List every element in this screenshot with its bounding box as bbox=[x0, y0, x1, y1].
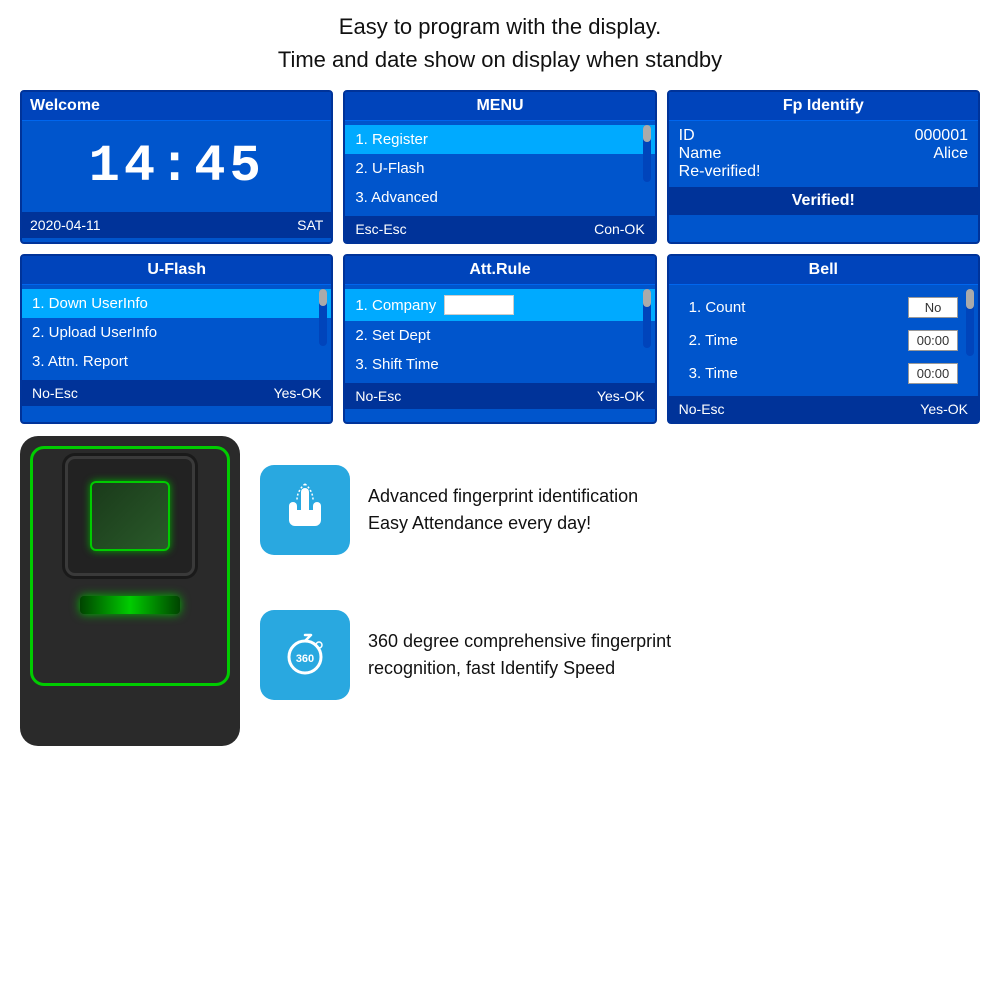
feature-fingerprint-line2: Easy Attendance every day! bbox=[368, 510, 638, 537]
menu-screen: MENU 1. Register 2. U-Flash 3. Advanced … bbox=[343, 90, 656, 244]
menu-scrollbar-thumb bbox=[643, 125, 651, 142]
bell-scrollbar-thumb bbox=[966, 289, 974, 309]
bell-item-count: 1. Count No bbox=[679, 291, 968, 324]
uflash-screen: U-Flash 1. Down UserInfo 2. Upload UserI… bbox=[20, 254, 333, 424]
attrule-footer-right[interactable]: Yes-OK bbox=[597, 388, 645, 404]
bell-footer-left[interactable]: No-Esc bbox=[679, 401, 725, 417]
menu-item-uflash[interactable]: 2. U-Flash bbox=[345, 154, 654, 183]
attrule-scrollbar-thumb bbox=[643, 289, 651, 307]
uflash-footer-right[interactable]: Yes-OK bbox=[274, 385, 322, 401]
bell-item-time1: 2. Time 00:00 bbox=[679, 324, 968, 357]
bottom-section: Advanced fingerprint identification Easy… bbox=[20, 436, 980, 746]
bell-count-label: 1. Count bbox=[689, 299, 746, 316]
attrule-company-label: 1. Company bbox=[355, 297, 436, 314]
finger-touch-icon bbox=[275, 480, 335, 540]
uflash-footer: No-Esc Yes-OK bbox=[22, 380, 331, 406]
fp-sensor bbox=[90, 481, 170, 551]
welcome-body: 14:45 bbox=[22, 121, 331, 208]
attrule-title: Att.Rule bbox=[345, 256, 654, 285]
fp-id-label: ID bbox=[679, 127, 695, 145]
welcome-screen: Welcome 14:45 2020-04-11 SAT bbox=[20, 90, 333, 244]
welcome-date: 2020-04-11 bbox=[30, 217, 101, 233]
bell-footer: No-Esc Yes-OK bbox=[669, 396, 978, 422]
fp-id-value: 000001 bbox=[915, 127, 968, 145]
fp-name-value: Alice bbox=[933, 145, 968, 163]
menu-item-register[interactable]: 1. Register bbox=[345, 125, 654, 154]
menu-item-advanced[interactable]: 3. Advanced bbox=[345, 183, 654, 212]
360-rotate-icon: 360 bbox=[275, 625, 335, 685]
bell-body: 1. Count No 2. Time 00:00 3. Time 00:00 bbox=[669, 285, 978, 396]
bell-screen: Bell 1. Count No 2. Time 00:00 3. Time 0… bbox=[667, 254, 980, 424]
attrule-company-input[interactable] bbox=[444, 295, 514, 315]
attrule-screen: Att.Rule 1. Company 2. Set Dept 3. Shift… bbox=[343, 254, 656, 424]
fp-id-row: ID 000001 bbox=[679, 127, 968, 145]
welcome-title: Welcome bbox=[22, 92, 331, 121]
menu-title: MENU bbox=[345, 92, 654, 121]
feature-item-360: 360 360 degree comprehensive fingerprint… bbox=[260, 610, 980, 700]
feature-360-line2: recognition, fast Identify Speed bbox=[368, 655, 671, 682]
attrule-body: 1. Company 2. Set Dept 3. Shift Time bbox=[345, 285, 654, 383]
menu-footer-left[interactable]: Esc-Esc bbox=[355, 221, 406, 237]
uflash-scrollbar[interactable] bbox=[319, 289, 327, 346]
attrule-footer-left[interactable]: No-Esc bbox=[355, 388, 401, 404]
menu-footer-right[interactable]: Con-OK bbox=[594, 221, 645, 237]
360-icon-box: 360 bbox=[260, 610, 350, 700]
features-section: Advanced fingerprint identification Easy… bbox=[260, 436, 980, 746]
feature-360-text: 360 degree comprehensive fingerprint rec… bbox=[368, 628, 671, 682]
screens-grid: Welcome 14:45 2020-04-11 SAT MENU 1. Reg… bbox=[20, 90, 980, 424]
uflash-item-report[interactable]: 3. Attn. Report bbox=[22, 347, 331, 376]
attrule-footer: No-Esc Yes-OK bbox=[345, 383, 654, 409]
menu-footer: Esc-Esc Con-OK bbox=[345, 216, 654, 242]
fp-title: Fp Identify bbox=[669, 92, 978, 121]
uflash-scrollbar-thumb bbox=[319, 289, 327, 306]
attrule-scrollbar[interactable] bbox=[643, 289, 651, 348]
menu-body: 1. Register 2. U-Flash 3. Advanced bbox=[345, 121, 654, 216]
uflash-item-upload[interactable]: 2. Upload UserInfo bbox=[22, 318, 331, 347]
bell-time2-value[interactable]: 00:00 bbox=[908, 363, 958, 384]
bell-item-time2: 3. Time 00:00 bbox=[679, 357, 968, 390]
fp-identify-screen: Fp Identify ID 000001 Name Alice Re-veri… bbox=[667, 90, 980, 244]
finger-touch-icon-box bbox=[260, 465, 350, 555]
menu-scrollbar[interactable] bbox=[643, 125, 651, 182]
uflash-footer-left[interactable]: No-Esc bbox=[32, 385, 78, 401]
digital-clock: 14:45 bbox=[32, 127, 321, 202]
fp-scanner-bar bbox=[80, 596, 180, 614]
feature-fingerprint-line1: Advanced fingerprint identification bbox=[368, 483, 638, 510]
fp-body: ID 000001 Name Alice Re-verified! bbox=[669, 121, 978, 187]
feature-item-fingerprint: Advanced fingerprint identification Easy… bbox=[260, 465, 980, 555]
attrule-item-dept[interactable]: 2. Set Dept bbox=[345, 321, 654, 350]
bell-time1-label: 2. Time bbox=[689, 332, 738, 349]
uflash-body: 1. Down UserInfo 2. Upload UserInfo 3. A… bbox=[22, 285, 331, 380]
bell-title: Bell bbox=[669, 256, 978, 285]
bell-footer-right[interactable]: Yes-OK bbox=[920, 401, 968, 417]
svg-text:360: 360 bbox=[296, 653, 314, 665]
header-line2: Time and date show on display when stand… bbox=[20, 43, 980, 76]
attrule-item-shift[interactable]: 3. Shift Time bbox=[345, 350, 654, 379]
page-container: Easy to program with the display. Time a… bbox=[0, 0, 1000, 1000]
header-text: Easy to program with the display. Time a… bbox=[20, 10, 980, 76]
feature-360-line1: 360 degree comprehensive fingerprint bbox=[368, 628, 671, 655]
fp-name-row: Name Alice bbox=[679, 145, 968, 163]
feature-fingerprint-text: Advanced fingerprint identification Easy… bbox=[368, 483, 638, 537]
bell-time2-label: 3. Time bbox=[689, 365, 738, 382]
bell-time1-value[interactable]: 00:00 bbox=[908, 330, 958, 351]
welcome-day: SAT bbox=[297, 217, 323, 233]
uflash-title: U-Flash bbox=[22, 256, 331, 285]
uflash-item-down[interactable]: 1. Down UserInfo bbox=[22, 289, 331, 318]
fp-name-label: Name bbox=[679, 145, 722, 163]
bell-scrollbar[interactable] bbox=[966, 289, 974, 356]
bell-count-value[interactable]: No bbox=[908, 297, 958, 318]
fp-reader-frame bbox=[65, 456, 195, 576]
header-line1: Easy to program with the display. bbox=[20, 10, 980, 43]
fp-verified: Verified! bbox=[669, 187, 978, 215]
welcome-date-bar: 2020-04-11 SAT bbox=[22, 212, 331, 238]
attrule-item-company[interactable]: 1. Company bbox=[345, 289, 654, 321]
device-image bbox=[20, 436, 240, 746]
fp-reverified: Re-verified! bbox=[679, 163, 968, 181]
